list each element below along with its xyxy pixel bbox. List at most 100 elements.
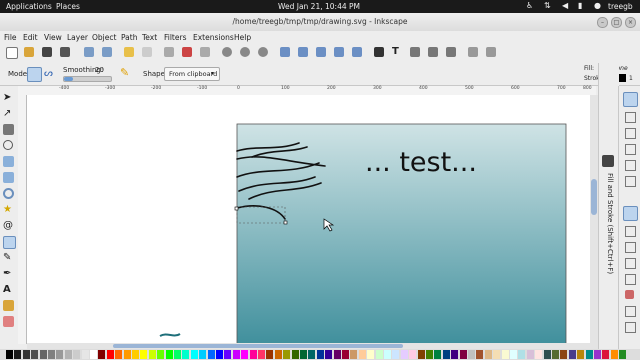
enable-snapping-icon[interactable]: [623, 92, 638, 107]
canvas-text[interactable]: ... test...: [365, 147, 477, 178]
palette-swatch[interactable]: [568, 350, 576, 359]
spiro-mode-button[interactable]: ᔕ: [44, 68, 55, 79]
menu-extensions[interactable]: Extensions: [193, 33, 234, 42]
palette-swatch[interactable]: [98, 350, 106, 359]
close-button[interactable]: ×: [625, 17, 636, 28]
palette-swatch[interactable]: [258, 350, 265, 359]
palette-swatch[interactable]: [560, 350, 568, 359]
palette-swatch[interactable]: [409, 350, 417, 359]
palette-swatch[interactable]: [501, 350, 509, 359]
palette-swatch[interactable]: [426, 350, 433, 359]
palette-swatch[interactable]: [325, 350, 333, 359]
applications-menu[interactable]: Applications: [6, 2, 52, 11]
user-icon[interactable]: ●: [594, 1, 601, 10]
preferences-icon[interactable]: [468, 47, 478, 57]
snap-centers-icon[interactable]: [625, 306, 636, 317]
palette-swatch[interactable]: [442, 350, 450, 359]
star-tool-icon[interactable]: ★: [3, 204, 14, 215]
palette-swatch[interactable]: [266, 350, 274, 359]
palette-swatch[interactable]: [476, 350, 484, 359]
horizontal-scroll-thumb[interactable]: [113, 344, 403, 348]
fill-stroke-dialog-title[interactable]: Fill and Stroke (Shift+Ctrl+F): [600, 173, 614, 293]
palette-swatch[interactable]: [123, 350, 131, 359]
clone-icon[interactable]: [298, 47, 308, 57]
new-document-icon[interactable]: [6, 47, 18, 59]
bezier-tool-icon[interactable]: [3, 236, 16, 249]
palette-swatch[interactable]: [552, 350, 559, 359]
palette-swatch[interactable]: [526, 350, 534, 359]
palette-swatch[interactable]: [459, 350, 467, 359]
open-icon[interactable]: [24, 47, 34, 57]
paste-icon[interactable]: [200, 47, 210, 57]
group-icon[interactable]: [334, 47, 344, 57]
palette-swatch[interactable]: [39, 350, 47, 359]
smoothing-slider[interactable]: [63, 76, 112, 82]
palette-swatch[interactable]: [392, 350, 400, 359]
palette-swatch[interactable]: [400, 350, 408, 359]
menu-help[interactable]: Help: [234, 33, 251, 42]
menu-filters[interactable]: Filters: [164, 33, 186, 42]
menu-text[interactable]: Text: [142, 33, 157, 42]
fill-stroke-dialog-icon[interactable]: [602, 155, 614, 167]
palette-swatch[interactable]: [291, 350, 299, 359]
palette-swatch[interactable]: [375, 350, 383, 359]
palette-swatch[interactable]: [577, 350, 585, 359]
palette-swatch[interactable]: [56, 350, 64, 359]
menu-layer[interactable]: Layer: [67, 33, 88, 42]
snap-nodes-icon[interactable]: [623, 206, 638, 221]
snap-intersections-icon[interactable]: [625, 242, 636, 253]
palette-swatch[interactable]: [64, 350, 72, 359]
cut-icon[interactable]: [182, 47, 192, 57]
palette-swatch[interactable]: [216, 350, 223, 359]
palette-swatch[interactable]: [434, 350, 442, 359]
menu-path[interactable]: Path: [121, 33, 137, 42]
palette-swatch[interactable]: [468, 350, 475, 359]
palette-swatch[interactable]: [22, 350, 30, 359]
palette-swatch[interactable]: [249, 350, 257, 359]
palette-swatch[interactable]: [367, 350, 375, 359]
palette-swatch[interactable]: [308, 350, 316, 359]
palette-swatch[interactable]: [358, 350, 366, 359]
spiral-tool-icon[interactable]: @: [3, 220, 14, 231]
text-font-icon[interactable]: T: [392, 47, 402, 57]
snap-page-border-icon[interactable]: [625, 322, 636, 333]
palette-swatch[interactable]: [535, 350, 543, 359]
palette-swatch[interactable]: [493, 350, 501, 359]
vertical-scroll-thumb[interactable]: [591, 179, 597, 215]
palette-swatch[interactable]: [224, 350, 232, 359]
calligraphy-tool-icon[interactable]: ✒: [3, 268, 14, 279]
tweak-tool-icon[interactable]: [3, 124, 14, 135]
palette-swatch[interactable]: [484, 350, 492, 359]
palette-swatch[interactable]: [451, 350, 459, 359]
xml-editor-icon[interactable]: [410, 47, 420, 57]
palette-swatch[interactable]: [350, 350, 358, 359]
palette-swatch[interactable]: [619, 350, 627, 359]
palette-swatch[interactable]: [157, 350, 165, 359]
palette-swatch[interactable]: [132, 350, 139, 359]
pencil-tool-icon[interactable]: ✎: [3, 252, 14, 263]
palette-swatch[interactable]: [14, 350, 22, 359]
maximize-button[interactable]: □: [611, 17, 622, 28]
palette-swatch[interactable]: [241, 350, 249, 359]
palette-swatch[interactable]: [510, 350, 517, 359]
ungroup-icon[interactable]: [352, 47, 362, 57]
palette-swatch[interactable]: [106, 350, 114, 359]
network-icon[interactable]: ⇅: [544, 1, 551, 10]
snap-cusp-nodes-icon[interactable]: [625, 258, 636, 269]
import-icon[interactable]: [84, 47, 94, 57]
unlink-clone-icon[interactable]: [316, 47, 326, 57]
palette-swatch[interactable]: [115, 350, 123, 359]
shape-dropdown[interactable]: From clipboard ▾: [164, 67, 220, 81]
menu-edit[interactable]: Edit: [23, 33, 38, 42]
battery-icon[interactable]: ▮: [578, 1, 582, 10]
palette-swatch[interactable]: [316, 350, 324, 359]
stroke-width-value[interactable]: 1: [629, 75, 633, 82]
snap-bbox-corners-icon[interactable]: [625, 144, 636, 155]
zoom-page-icon[interactable]: [258, 47, 268, 57]
selector-tool-icon[interactable]: ➤: [3, 92, 14, 103]
rectangle-tool-icon[interactable]: [3, 156, 14, 167]
snap-bbox-midpoints-icon[interactable]: [625, 160, 636, 171]
palette-swatch[interactable]: [300, 350, 307, 359]
regular-bezier-mode-button[interactable]: [27, 67, 42, 82]
places-menu[interactable]: Places: [56, 2, 80, 11]
